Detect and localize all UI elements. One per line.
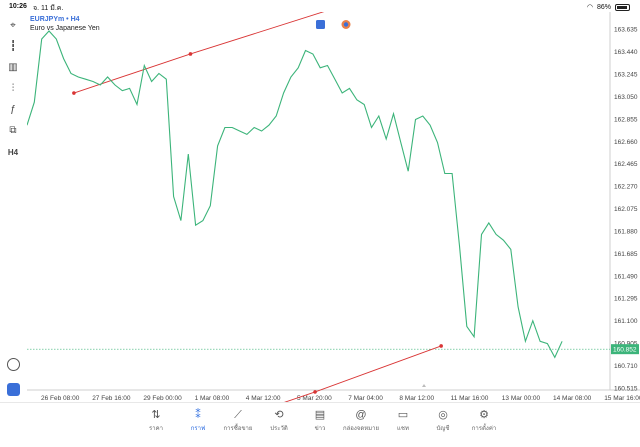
x-tick-label: 8 Mar 12:00 xyxy=(399,395,434,402)
y-tick-label: 162.270 xyxy=(614,184,638,191)
chart-symbol-header: EURJPYm • H4 Euro vs Japanese Yen xyxy=(30,15,100,33)
event-marker-inner xyxy=(343,22,349,27)
chart-symbol[interactable]: EURJPYm • H4 xyxy=(30,15,100,24)
buy-marker-icon xyxy=(316,20,325,29)
nav-trade-icon: ⟋ xyxy=(234,409,242,421)
nav-quotes-icon: ⇅ xyxy=(151,409,161,421)
nav-history-label: ประวัติ xyxy=(270,426,288,432)
x-tick-label: 4 Mar 12:00 xyxy=(246,395,281,402)
nav-news-label: ข่าว xyxy=(314,426,326,432)
y-tick-label: 162.075 xyxy=(614,206,638,213)
nav-settings-label: การตั้งค่า xyxy=(471,426,497,432)
nav-trade-label: การซื้อขาย xyxy=(223,426,253,432)
x-tick-label: 7 Mar 04:00 xyxy=(348,395,383,402)
crosshair-icon[interactable]: ⌖ xyxy=(6,18,20,32)
status-right: ◠ 86% xyxy=(587,3,630,11)
y-tick-label: 162.465 xyxy=(614,161,638,168)
trendline-anchor xyxy=(313,390,317,394)
indicators-icon[interactable]: ⫶ xyxy=(6,81,20,95)
one-click-trading-icon[interactable] xyxy=(7,383,20,396)
y-tick-label: 162.855 xyxy=(614,116,638,123)
current-time-marker xyxy=(422,384,426,387)
y-tick-label: 163.440 xyxy=(614,49,638,56)
y-tick-label: 160.710 xyxy=(614,363,638,370)
battery-icon xyxy=(615,3,630,11)
x-tick-label: 14 Mar 08:00 xyxy=(553,395,592,402)
nav-news[interactable]: ▤ ข่าว xyxy=(298,407,342,433)
timeframe-label[interactable]: H4 xyxy=(6,145,20,159)
current-price-label: 160.852 xyxy=(613,347,637,354)
y-tick-label: 161.295 xyxy=(614,296,638,303)
nav-chat-label: แชท xyxy=(397,426,409,432)
nav-mailbox[interactable]: @ กล่องจดหมาย xyxy=(339,407,383,433)
x-tick-label: 29 Feb 00:00 xyxy=(143,395,182,402)
y-tick-label: 163.245 xyxy=(614,72,638,79)
nav-quotes[interactable]: ⇅ ราคา xyxy=(134,407,178,433)
nav-accounts-label: บัญชี xyxy=(436,426,450,432)
y-tick-label: 163.050 xyxy=(614,94,638,101)
nav-history-icon: ⟲ xyxy=(274,409,284,421)
x-tick-label: 27 Feb 16:00 xyxy=(92,395,131,402)
trendline-anchor xyxy=(439,344,443,348)
nav-chart-label: กราฟ xyxy=(190,426,206,432)
left-toolbar: ⌖ ┇ ▥ ⫶ ƒ ⧉ H4 xyxy=(0,14,26,410)
nav-news-icon: ▤ xyxy=(314,409,326,421)
nav-chat[interactable]: ▭ แชท xyxy=(381,407,425,433)
price-chart[interactable]: 163.635 163.440 163.245 163.050 162.855 162.6… xyxy=(27,12,640,404)
nav-accounts[interactable]: ◎ บัญชี xyxy=(421,407,465,433)
candles-icon[interactable]: ┇ xyxy=(6,39,20,53)
battery-percent: 86% xyxy=(596,3,611,11)
y-tick-label: 160.515 xyxy=(614,385,638,392)
y-tick-label: 161.100 xyxy=(614,318,638,325)
nav-chart-icon: ⁑ xyxy=(195,409,201,421)
app-root: 10:26 จ. 11 มี.ค. ◠ 86% ⌖ ┇ ▥ ⫶ ƒ ⧉ H4 163.635… xyxy=(0,0,640,447)
x-tick-label: 13 Mar 00:00 xyxy=(502,395,541,402)
trendline-anchor xyxy=(188,52,193,56)
y-tick-label: 163.635 xyxy=(614,27,638,34)
nav-chart[interactable]: ⁑ กราฟ xyxy=(176,407,220,433)
bottom-nav: ⇅ ราคา ⁑ กราฟ ⟋ การซื้อขาย ⟲ ประวัติ ▤ ข่าว @ กล่อง… xyxy=(0,402,640,447)
y-tick-label: 161.490 xyxy=(614,273,638,280)
x-tick-label: 11 Mar 16:00 xyxy=(451,395,489,402)
nav-quotes-label: ราคา xyxy=(149,426,163,432)
objects-icon[interactable]: ⧉ xyxy=(6,123,20,137)
nav-history[interactable]: ⟲ ประวัติ xyxy=(257,407,301,433)
price-line-series xyxy=(27,30,563,359)
chart-description: Euro vs Japanese Yen xyxy=(30,25,100,32)
trade-history-icon[interactable] xyxy=(7,358,20,371)
y-tick-label: 161.880 xyxy=(614,228,638,235)
nav-mailbox-label: กล่องจดหมาย xyxy=(342,426,380,432)
nav-settings[interactable]: ⚙ การตั้งค่า xyxy=(462,407,506,433)
nav-settings-icon: ⚙ xyxy=(479,409,489,421)
status-time: 10:26 xyxy=(9,3,27,10)
y-tick-label: 162.660 xyxy=(614,139,638,146)
nav-accounts-icon: ◎ xyxy=(438,409,448,421)
nav-chat-icon: ▭ xyxy=(397,409,409,421)
volume-icon[interactable]: ▥ xyxy=(6,60,20,74)
trendline-anchor xyxy=(72,91,76,95)
x-tick-label: 1 Mar 08:00 xyxy=(195,395,230,402)
x-tick-label: 26 Feb 08:00 xyxy=(41,395,80,402)
wifi-icon: ◠ xyxy=(586,4,593,11)
y-tick-label: 161.685 xyxy=(614,251,638,258)
nav-trade[interactable]: ⟋ การซื้อขาย xyxy=(216,407,260,433)
function-icon[interactable]: ƒ xyxy=(6,102,20,116)
x-tick-label: 15 Mar 16:00 xyxy=(604,395,640,402)
nav-mailbox-icon: @ xyxy=(355,409,367,421)
